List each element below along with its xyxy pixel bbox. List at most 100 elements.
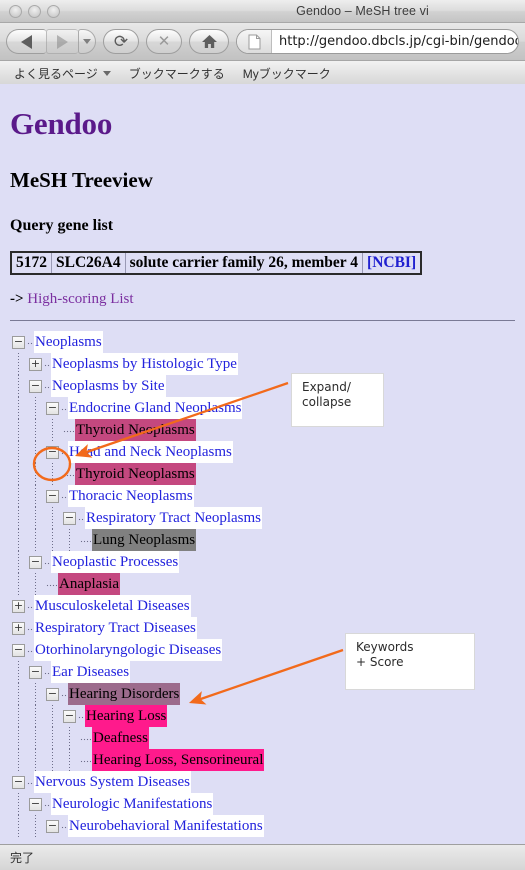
tree-node-label[interactable]: Endocrine Gland Neoplasms — [68, 397, 243, 419]
tree-guide-line — [35, 507, 36, 529]
history-dropdown-button[interactable] — [78, 29, 96, 54]
tree-guide-line — [18, 727, 19, 749]
tree-node[interactable]: − Neoplastic Processes — [10, 551, 515, 573]
expand-icon[interactable]: + — [29, 357, 42, 371]
tree-node[interactable]: Thyroid Neoplasms — [10, 419, 515, 441]
bookmark-item-my[interactable]: Myブックマーク — [243, 65, 331, 82]
back-button[interactable] — [6, 29, 46, 54]
tree-leaf-connector-icon — [80, 753, 91, 767]
collapse-icon[interactable]: − — [63, 511, 76, 525]
collapse-icon[interactable]: − — [46, 489, 59, 503]
tree-keyword-label[interactable]: Hearing Disorders — [68, 683, 181, 705]
tree-guide-line — [35, 485, 36, 507]
tree-node-label[interactable]: Neoplastic Processes — [51, 551, 180, 573]
reload-button[interactable]: ⟳ — [103, 29, 139, 54]
tree-node[interactable]: − Head and Neck Neoplasms — [10, 441, 515, 463]
tree-keyword-label[interactable]: Deafness — [92, 727, 149, 749]
collapse-icon[interactable]: − — [12, 775, 25, 789]
tree-node[interactable]: + Musculoskeletal Diseases — [10, 595, 515, 617]
tree-node-label[interactable]: Respiratory Tract Diseases — [34, 617, 197, 639]
tree-node[interactable]: − Neoplasms by Site — [10, 375, 515, 397]
tree-connector-icon — [61, 819, 67, 833]
tree-guide-line — [18, 705, 19, 727]
tree-node-label[interactable]: Musculoskeletal Diseases — [34, 595, 191, 617]
tree-node-label[interactable]: Ear Diseases — [51, 661, 131, 683]
tree-node[interactable]: − Respiratory Tract Neoplasms — [10, 507, 515, 529]
tree-keyword-label[interactable]: Hearing Loss, Sensorineural — [92, 749, 265, 771]
tree-node-label[interactable]: Respiratory Tract Neoplasms — [85, 507, 262, 529]
forward-button[interactable] — [46, 29, 78, 54]
ncbi-link[interactable]: [NCBI] — [362, 251, 422, 275]
collapse-icon[interactable]: − — [12, 643, 25, 657]
url-text[interactable]: http://gendoo.dbcls.jp/cgi-bin/gendoo.cg… — [272, 34, 518, 49]
high-scoring-list-link[interactable]: High-scoring List — [27, 291, 133, 307]
tree-guide-line — [18, 463, 19, 485]
tree-connector-icon — [27, 335, 33, 349]
expand-icon[interactable]: + — [12, 621, 25, 635]
tree-connector-icon — [61, 401, 67, 415]
status-bar: 完了 — [0, 844, 525, 870]
address-bar[interactable]: http://gendoo.dbcls.jp/cgi-bin/gendoo.cg… — [236, 29, 519, 54]
tree-node-label[interactable]: Neoplasms by Histologic Type — [51, 353, 238, 375]
tree-leaf-connector-icon — [80, 731, 91, 745]
tree-guide-line — [18, 551, 19, 573]
collapse-icon[interactable]: − — [12, 335, 25, 349]
tree-node[interactable]: Lung Neoplasms — [10, 529, 515, 551]
tree-node[interactable]: Deafness — [10, 727, 515, 749]
collapse-icon[interactable]: − — [46, 687, 59, 701]
collapse-icon[interactable]: − — [29, 797, 42, 811]
tree-connector-icon — [44, 555, 50, 569]
tree-node[interactable]: Thyroid Neoplasms — [10, 463, 515, 485]
tree-node[interactable]: − Neurobehavioral Manifestations — [10, 815, 515, 837]
tree-keyword-label[interactable]: Thyroid Neoplasms — [75, 419, 196, 441]
navigation-toolbar: ⟳ ✕ http://gendoo.dbcls.jp/cgi-bin/gendo… — [0, 23, 525, 61]
tree-node[interactable]: − Nervous System Diseases — [10, 771, 515, 793]
tree-guide-line — [18, 529, 19, 551]
collapse-icon[interactable]: − — [29, 555, 42, 569]
tree-node-label[interactable]: Thoracic Neoplasms — [68, 485, 194, 507]
tree-guide-line — [35, 419, 36, 441]
stop-button[interactable]: ✕ — [146, 29, 182, 54]
tree-node-label[interactable]: Head and Neck Neoplasms — [68, 441, 233, 463]
tree-keyword-label[interactable]: Hearing Loss — [85, 705, 168, 727]
site-brand: Gendoo — [10, 106, 113, 141]
expand-collapse-callout: Expand/ collapse — [291, 373, 384, 427]
tree-node[interactable]: + Neoplasms by Histologic Type — [10, 353, 515, 375]
tree-guide-line — [52, 749, 53, 771]
tree-node[interactable]: − Thoracic Neoplasms — [10, 485, 515, 507]
tree-connector-icon — [61, 687, 67, 701]
tree-node-label[interactable]: Neurobehavioral Manifestations — [68, 815, 264, 837]
bookmark-item-add[interactable]: ブックマークする — [129, 65, 225, 82]
tree-keyword-label[interactable]: Thyroid Neoplasms — [75, 463, 196, 485]
tree-guide-line — [18, 353, 19, 375]
tree-guide-line — [35, 683, 36, 705]
tree-keyword-label[interactable]: Anaplasia — [58, 573, 120, 595]
tree-guide-line — [69, 727, 70, 749]
tree-keyword-label[interactable]: Lung Neoplasms — [92, 529, 197, 551]
tree-node-label[interactable]: Neoplasms — [34, 331, 103, 353]
collapse-icon[interactable]: − — [46, 819, 59, 833]
tree-guide-line — [18, 419, 19, 441]
bookmark-item-frequent[interactable]: よく見るページ — [14, 65, 111, 82]
tree-node[interactable]: − Endocrine Gland Neoplasms — [10, 397, 515, 419]
collapse-icon[interactable]: − — [46, 445, 59, 459]
tree-node[interactable]: Anaplasia — [10, 573, 515, 595]
tree-node-label[interactable]: Neurologic Manifestations — [51, 793, 214, 815]
collapse-icon[interactable]: − — [46, 401, 59, 415]
tree-node[interactable]: Hearing Loss, Sensorineural — [10, 749, 515, 771]
tree-guide-line — [35, 749, 36, 771]
collapse-icon[interactable]: − — [29, 665, 42, 679]
tree-node[interactable]: − Neoplasms — [10, 331, 515, 353]
home-button[interactable] — [189, 29, 229, 54]
close-x-icon: ✕ — [157, 33, 171, 50]
tree-node-label[interactable]: Nervous System Diseases — [34, 771, 191, 793]
tree-guide-line — [69, 749, 70, 771]
tree-node-label[interactable]: Neoplasms by Site — [51, 375, 166, 397]
expand-icon[interactable]: + — [12, 599, 25, 613]
tree-guide-line — [18, 573, 19, 595]
collapse-icon[interactable]: − — [63, 709, 76, 723]
tree-node-label[interactable]: Otorhinolaryngologic Diseases — [34, 639, 223, 661]
collapse-icon[interactable]: − — [29, 379, 42, 393]
tree-node[interactable]: − Hearing Loss — [10, 705, 515, 727]
tree-node[interactable]: − Neurologic Manifestations — [10, 793, 515, 815]
